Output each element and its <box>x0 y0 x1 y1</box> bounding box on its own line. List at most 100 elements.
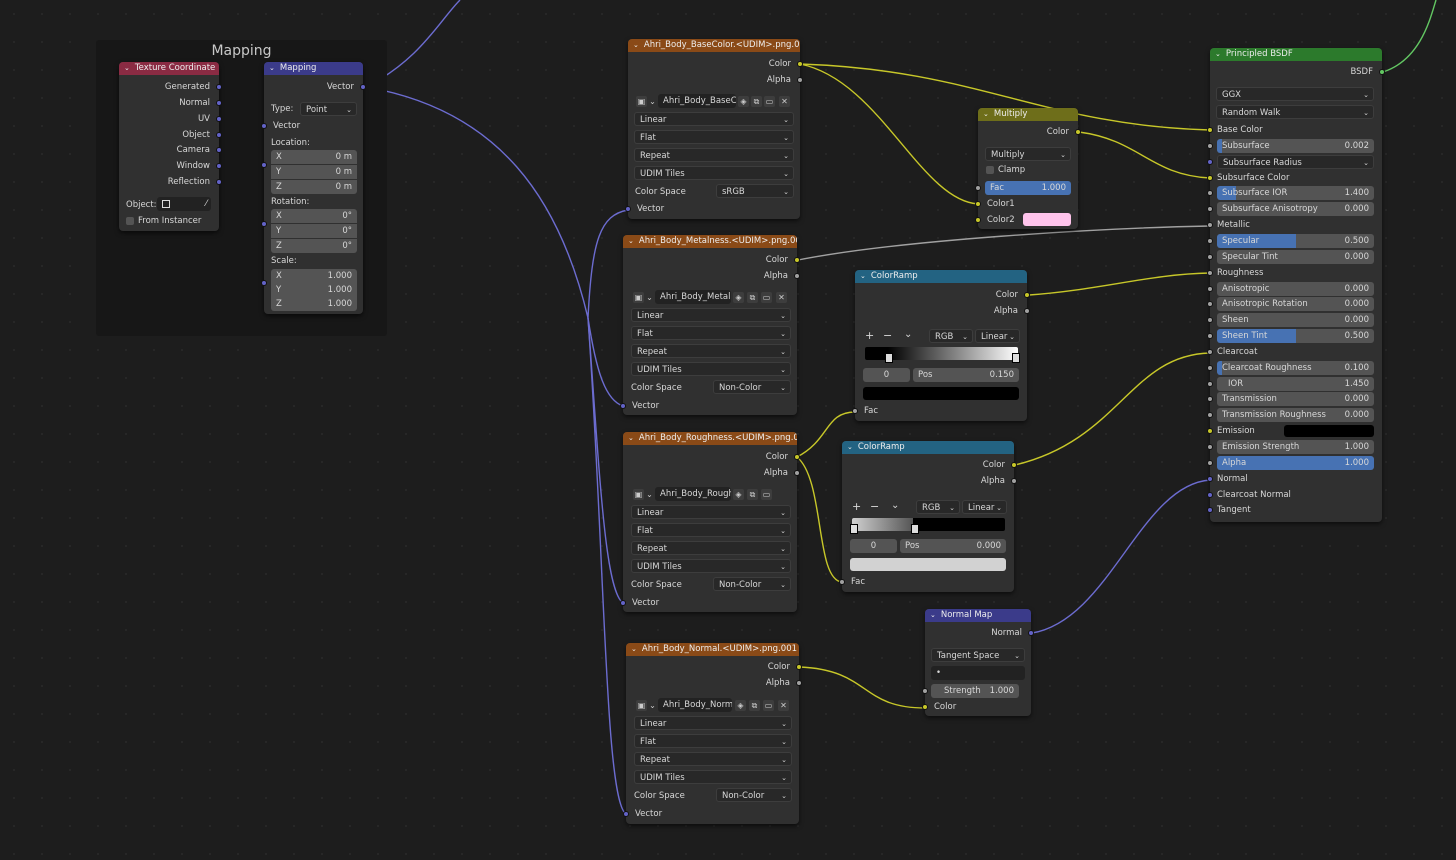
location-x[interactable]: X 0 m <box>271 150 357 164</box>
socket-normal[interactable] <box>216 100 222 106</box>
collapse-icon[interactable]: ⌄ <box>847 441 853 454</box>
remove-stop-button[interactable]: − <box>883 330 892 342</box>
location-y[interactable]: Y 0 m <box>271 165 357 179</box>
socket-input[interactable] <box>1207 364 1213 371</box>
socket-alpha[interactable] <box>794 273 800 279</box>
fake-user-icon[interactable]: ◈ <box>738 96 749 107</box>
input-slider[interactable]: Anisotropic 0.000 <box>1217 281 1374 296</box>
ramp-menu-button[interactable]: ⌄ <box>891 500 899 512</box>
socket-input[interactable] <box>1207 380 1213 387</box>
location-z[interactable]: Z 0 m <box>271 180 357 194</box>
color-mode-dropdown[interactable]: RGB ⌄ <box>916 500 960 514</box>
source-dropdown[interactable]: UDIM Tiles ⌄ <box>631 362 791 376</box>
color-mode-dropdown[interactable]: RGB ⌄ <box>929 329 973 343</box>
socket-color2[interactable] <box>975 217 981 223</box>
stop-color-swatch[interactable] <box>863 387 1019 400</box>
socket-rotation[interactable] <box>261 221 267 227</box>
input-slider[interactable]: Subsurface Anisotropy 0.000 <box>1217 202 1374 217</box>
socket-input[interactable] <box>1207 269 1213 276</box>
input-slider[interactable]: Specular 0.500 <box>1217 233 1374 248</box>
projection-dropdown[interactable]: Flat ⌄ <box>634 130 794 144</box>
input-slider[interactable]: Subsurface 0.002 <box>1217 138 1374 153</box>
socket-color[interactable] <box>794 257 800 263</box>
socket-alpha[interactable] <box>796 680 802 686</box>
collapse-icon[interactable]: ⌄ <box>860 270 866 283</box>
socket-input[interactable] <box>1207 444 1213 450</box>
fake-user-icon[interactable]: ◈ <box>733 489 744 500</box>
color-ramp-node[interactable]: ⌄ ColorRamp Color Alpha + − ⌄ RGB ⌄ Linear… <box>852 270 1030 421</box>
source-dropdown[interactable]: UDIM Tiles ⌄ <box>631 559 791 573</box>
color2-swatch[interactable] <box>1023 213 1071 226</box>
clamp-checkbox[interactable] <box>986 166 994 174</box>
collapse-icon[interactable]: ⌄ <box>633 39 639 52</box>
from-instancer-checkbox[interactable] <box>126 217 134 225</box>
socket-color[interactable] <box>1024 292 1030 298</box>
duplicate-icon[interactable]: ⧉ <box>747 489 758 500</box>
socket-input[interactable] <box>1207 428 1213 435</box>
texture-coordinate-node[interactable]: ⌄ Texture Coordinate Generated Normal UV … <box>119 62 222 231</box>
image-browse-icon[interactable]: ▣ <box>636 96 647 107</box>
input-slider[interactable]: Subsurface IOR 1.400 <box>1217 186 1374 201</box>
socket-input[interactable] <box>1207 237 1213 244</box>
extension-dropdown[interactable]: Repeat ⌄ <box>634 752 792 766</box>
node-header[interactable]: ⌄ Ahri_Body_Normal.<UDIM>.png.001 <box>626 643 799 656</box>
socket-generated[interactable] <box>216 84 222 90</box>
socket-fac[interactable] <box>852 408 858 414</box>
scale-z[interactable]: Z 1.000 <box>271 297 357 311</box>
collapse-icon[interactable]: ⌄ <box>930 609 936 622</box>
socket-input[interactable] <box>1207 412 1213 419</box>
socket-window[interactable] <box>216 163 222 169</box>
extension-dropdown[interactable]: Repeat ⌄ <box>631 541 791 555</box>
duplicate-icon[interactable]: ⧉ <box>751 96 762 107</box>
socket-color[interactable] <box>796 664 802 670</box>
subsurface-method-dropdown[interactable]: Random Walk ⌄ <box>1216 105 1374 119</box>
stop-color-swatch[interactable] <box>850 558 1006 571</box>
color-space-dropdown[interactable]: Non-Color ⌄ <box>713 380 791 394</box>
input-slider[interactable]: Transmission 0.000 <box>1217 392 1374 407</box>
duplicate-icon[interactable]: ⧉ <box>749 700 760 711</box>
stop-pos-field[interactable]: Pos 0.000 <box>900 539 1006 553</box>
folder-icon[interactable]: ▭ <box>761 292 772 303</box>
collapse-icon[interactable]: ⌄ <box>983 108 989 121</box>
node-header[interactable]: ⌄ Principled BSDF <box>1210 48 1382 61</box>
socket-input[interactable] <box>1207 142 1213 149</box>
image-texture-node[interactable]: ⌄ Ahri_Body_Roughness.<UDIM>.png.001 Colo… <box>620 432 800 612</box>
emission-color-swatch[interactable] <box>1284 425 1374 438</box>
color-ramp-node[interactable]: ⌄ ColorRamp Color Alpha + − ⌄ RGB ⌄ Linear… <box>839 441 1017 592</box>
socket-vector-in[interactable] <box>261 123 267 129</box>
rotation-y[interactable]: Y 0° <box>271 224 357 238</box>
ramp-stop-handle[interactable] <box>850 524 858 534</box>
space-dropdown[interactable]: Tangent Space ⌄ <box>931 648 1025 662</box>
image-browse-icon[interactable]: ▣ <box>636 700 647 711</box>
blend-mode-dropdown[interactable]: Multiply ⌄ <box>985 147 1071 161</box>
input-slider[interactable]: IOR 1.450 <box>1217 376 1374 391</box>
stop-index-field[interactable]: 0 <box>850 539 897 553</box>
chevron-down-icon[interactable]: ⌄ <box>647 700 658 711</box>
source-dropdown[interactable]: UDIM Tiles ⌄ <box>634 770 792 784</box>
socket-alpha[interactable] <box>1011 478 1017 484</box>
subsurface-radius-dropdown[interactable]: Subsurface Radius ⌄ <box>1217 154 1374 169</box>
strength-field[interactable]: Strength 1.000 <box>931 684 1019 698</box>
projection-dropdown[interactable]: Flat ⌄ <box>631 326 791 340</box>
node-header[interactable]: ⌄ Multiply <box>978 108 1078 121</box>
rotation-x[interactable]: X 0° <box>271 209 357 223</box>
socket-bsdf-out[interactable] <box>1379 69 1385 75</box>
image-browse-icon[interactable]: ▣ <box>633 489 644 500</box>
socket-alpha[interactable] <box>794 470 800 476</box>
ramp-stop-handle[interactable] <box>885 353 893 363</box>
mapping-node[interactable]: ⌄ Mapping Vector Type: Point ⌄ Vector Loca… <box>261 62 366 314</box>
node-header[interactable]: ⌄ Ahri_Body_BaseColor.<UDIM>.png.001 <box>628 39 800 52</box>
multiply-node[interactable]: ⌄ Multiply Color Multiply ⌄ Clamp Fac 1.000… <box>975 108 1081 229</box>
close-icon[interactable]: ✕ <box>779 96 790 107</box>
socket-color-out[interactable] <box>1075 129 1081 135</box>
socket-alpha[interactable] <box>1024 308 1030 314</box>
node-header[interactable]: ⌄ Texture Coordinate <box>119 62 219 75</box>
socket-fac[interactable] <box>839 579 845 585</box>
color-space-dropdown[interactable]: Non-Color ⌄ <box>713 577 791 591</box>
socket-input[interactable] <box>1207 491 1213 498</box>
node-header[interactable]: ⌄ Mapping <box>264 62 363 75</box>
ramp-interp-dropdown[interactable]: Linear ⌄ <box>962 500 1007 514</box>
socket-input[interactable] <box>1207 190 1213 197</box>
socket-reflection[interactable] <box>216 179 222 185</box>
eyedropper-icon[interactable]: ⁄ <box>206 197 207 211</box>
